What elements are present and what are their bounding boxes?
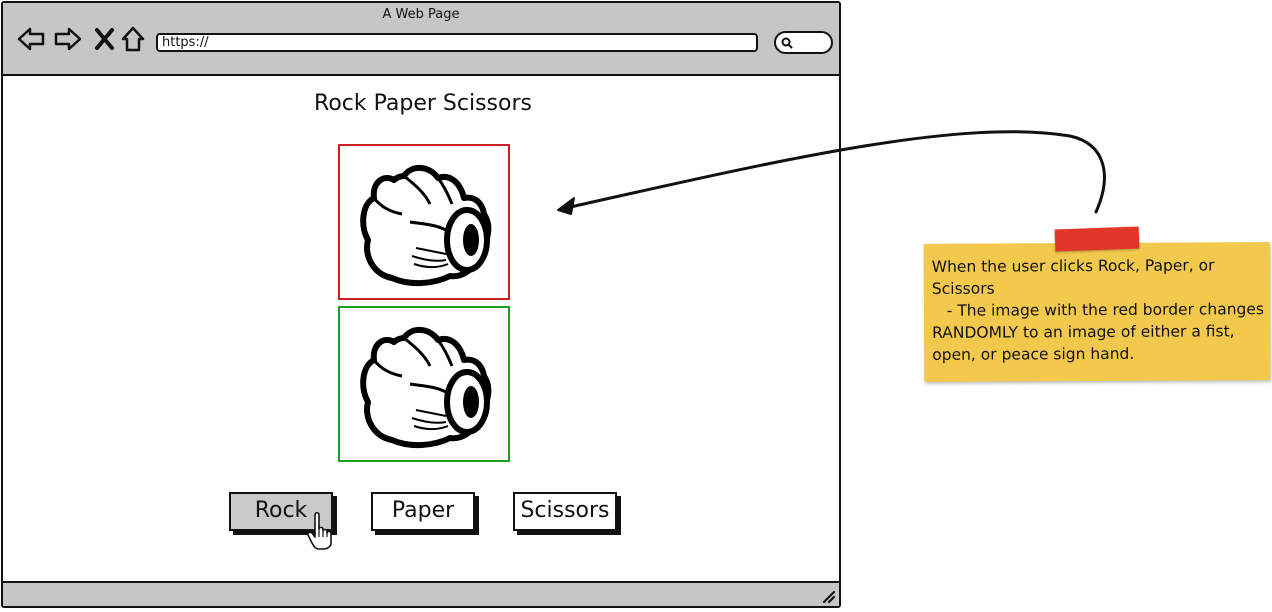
browser-window: A Web Page https:// Rock Paper Scissors: [1, 1, 841, 608]
fist-icon: [360, 327, 492, 448]
window-title: A Web Page: [382, 7, 460, 22]
browser-toolbar: A Web Page https://: [3, 3, 839, 76]
sticky-note-text: When the user clicks Rock, Paper, or Sci…: [931, 256, 1269, 364]
close-icon[interactable]: [91, 25, 119, 53]
page-title: Rock Paper Scissors: [314, 91, 532, 116]
sticky-note: When the user clicks Rock, Paper, or Sci…: [923, 242, 1271, 382]
paper-button[interactable]: Paper: [371, 492, 475, 531]
resize-handle-icon[interactable]: [820, 588, 836, 604]
computer-hand-frame: [338, 144, 510, 300]
player-hand-frame: [338, 306, 510, 462]
status-bar: [3, 581, 839, 606]
search-button[interactable]: [774, 31, 833, 54]
search-icon: [781, 37, 793, 49]
hand-pointer-cursor-icon: [307, 511, 332, 550]
forward-arrow-icon[interactable]: [54, 25, 82, 53]
scissors-button[interactable]: Scissors: [513, 492, 617, 531]
url-input[interactable]: https://: [156, 33, 758, 52]
fist-icon: [360, 165, 492, 286]
back-arrow-icon[interactable]: [17, 25, 45, 53]
sticky-note-tape: [1054, 226, 1140, 252]
home-icon[interactable]: [119, 25, 147, 53]
